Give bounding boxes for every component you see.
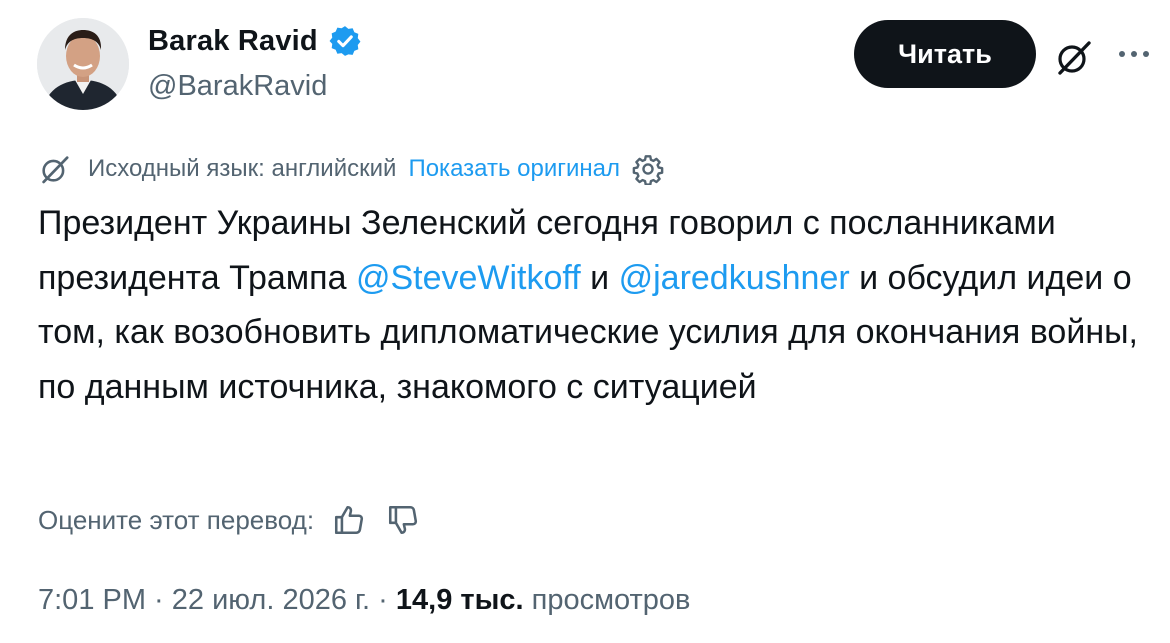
avatar[interactable] bbox=[37, 18, 129, 110]
author-handle[interactable]: @BarakRavid bbox=[148, 70, 327, 103]
more-icon[interactable] bbox=[1116, 44, 1152, 64]
grok-icon[interactable] bbox=[1053, 36, 1095, 78]
tweet-meta: 7:01 PM · 22 июл. 2026 г. · 14,9 тыс. пр… bbox=[38, 584, 690, 617]
tweet: Barak Ravid @BarakRavid Читать Исходный … bbox=[0, 0, 1170, 643]
translation-bar: Исходный язык: английский Показать ориги… bbox=[38, 150, 664, 188]
thumbs-down-icon[interactable] bbox=[386, 503, 420, 537]
show-original-link[interactable]: Показать оригинал bbox=[408, 155, 620, 183]
views-count: 14,9 тыс. bbox=[395, 584, 524, 616]
verified-badge-icon[interactable] bbox=[328, 24, 362, 58]
tweet-text-part: и bbox=[580, 258, 619, 297]
rate-translation-label: Оцените этот перевод: bbox=[38, 504, 315, 535]
thumbs-up-icon[interactable] bbox=[332, 503, 366, 537]
avatar-image bbox=[37, 18, 129, 110]
rate-translation-row: Оцените этот перевод: bbox=[38, 498, 420, 542]
read-button[interactable]: Читать bbox=[854, 20, 1036, 88]
mention-link-jaredkushner[interactable]: @jaredkushner bbox=[619, 259, 850, 297]
meta-separator: · bbox=[146, 584, 172, 616]
grok-translate-icon bbox=[38, 152, 72, 186]
meta-separator: · bbox=[370, 584, 396, 616]
source-language-label: Исходный язык: английский bbox=[88, 155, 397, 182]
author-name-row: Barak Ravid bbox=[148, 24, 362, 58]
author-display-name[interactable]: Barak Ravid bbox=[148, 25, 318, 58]
tweet-text: Президент Украины Зеленский сегодня гово… bbox=[38, 196, 1138, 414]
tweet-time[interactable]: 7:01 PM bbox=[38, 584, 146, 616]
mention-link-stevewitkoff[interactable]: @SteveWitkoff bbox=[356, 259, 581, 297]
views-label: просмотров bbox=[531, 584, 691, 616]
gear-icon[interactable] bbox=[632, 153, 664, 186]
tweet-date[interactable]: 22 июл. 2026 г. bbox=[172, 584, 370, 616]
